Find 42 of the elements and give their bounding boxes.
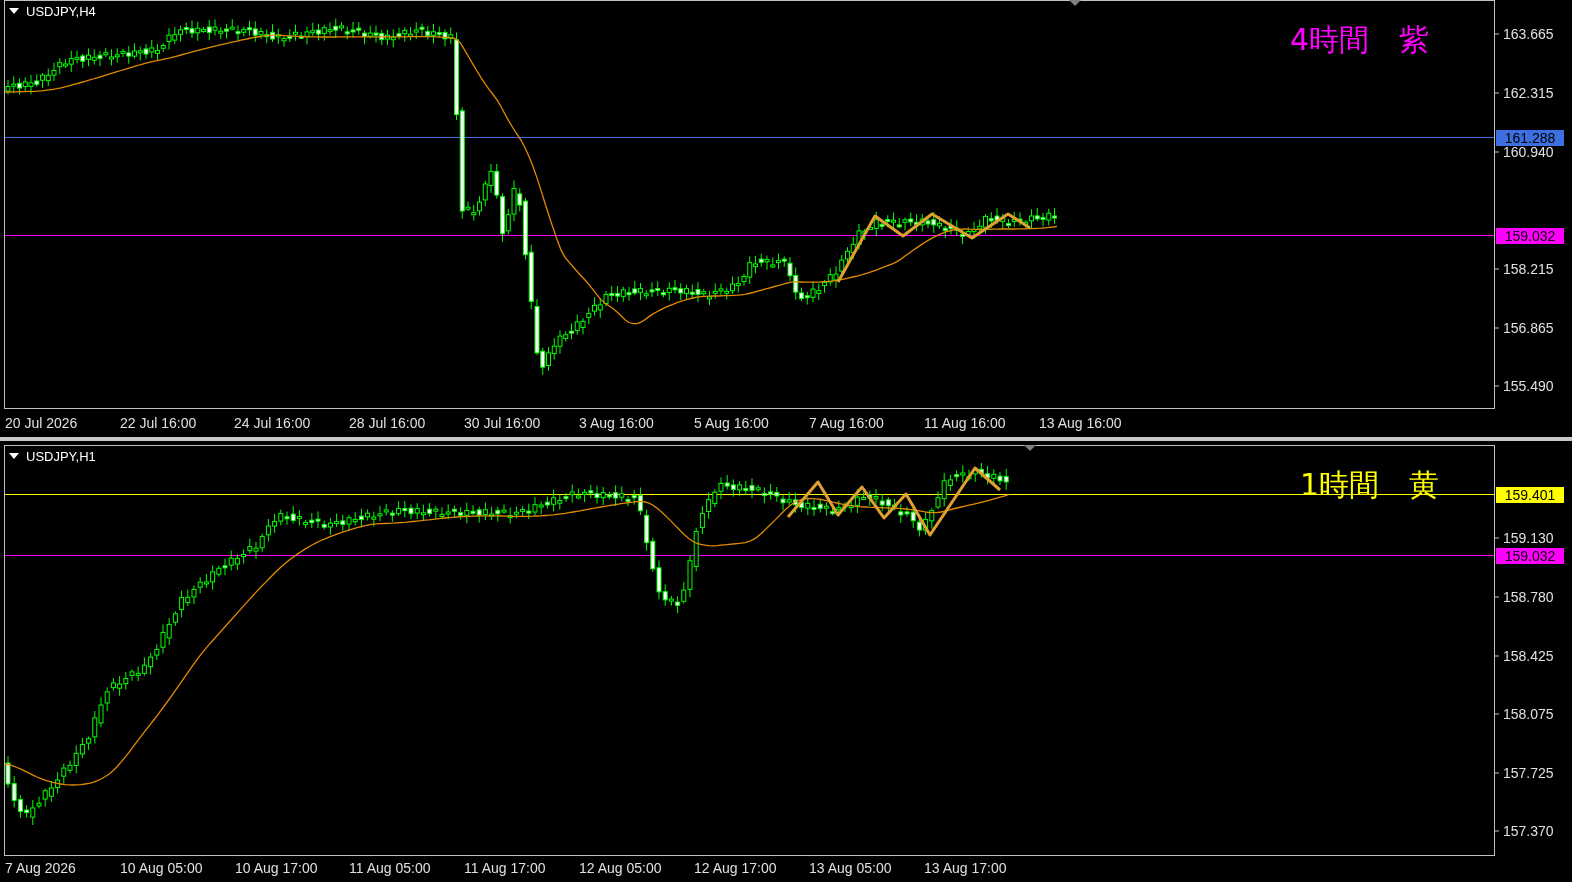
time-label: 20 Jul 2026 <box>5 415 78 431</box>
chart-title: USDJPY,H4 <box>26 4 96 20</box>
time-label: 10 Aug 05:00 <box>120 860 203 876</box>
price-label: 156.865 <box>1503 320 1554 336</box>
chart-title: USDJPY,H1 <box>26 449 96 465</box>
time-label: 13 Aug 17:00 <box>924 860 1007 876</box>
time-label: 10 Aug 17:00 <box>235 860 318 876</box>
chart-note: 4時間 紫 <box>1290 22 1430 58</box>
time-label: 3 Aug 16:00 <box>579 415 654 431</box>
time-label: 13 Aug 05:00 <box>809 860 892 876</box>
time-label: 11 Aug 16:00 <box>924 415 1006 431</box>
time-label: 24 Jul 16:00 <box>234 415 311 431</box>
price-label: 163.665 <box>1503 26 1554 42</box>
price-label: 160.940 <box>1503 144 1554 160</box>
triangle-icon[interactable] <box>9 8 19 14</box>
time-label: 22 Jul 16:00 <box>120 415 197 431</box>
time-label: 12 Aug 05:00 <box>579 860 662 876</box>
time-label: 11 Aug 17:00 <box>464 860 546 876</box>
price-label: 158.425 <box>1503 648 1554 664</box>
price-tag: 159.401 <box>1496 487 1564 503</box>
time-label: 28 Jul 16:00 <box>349 415 426 431</box>
price-label: 162.315 <box>1503 85 1554 101</box>
price-tag: 161.288 <box>1496 130 1564 146</box>
price-label: 157.725 <box>1503 765 1554 781</box>
time-label: 11 Aug 05:00 <box>349 860 431 876</box>
price-label: 158.075 <box>1503 706 1554 722</box>
price-tag: 159.032 <box>1496 228 1564 244</box>
price-label: 157.370 <box>1503 823 1554 839</box>
price-tag: 159.032 <box>1496 548 1564 564</box>
time-label: 30 Jul 16:00 <box>464 415 541 431</box>
price-label: 158.215 <box>1503 261 1554 277</box>
time-label: 7 Aug 16:00 <box>809 415 884 431</box>
triangle-icon[interactable] <box>9 453 19 459</box>
triangle-icon[interactable] <box>1024 445 1036 451</box>
time-label: 5 Aug 16:00 <box>694 415 769 431</box>
price-label: 159.130 <box>1503 530 1554 546</box>
price-label: 155.490 <box>1503 378 1554 394</box>
triangle-icon[interactable] <box>1069 0 1081 6</box>
time-label: 12 Aug 17:00 <box>694 860 777 876</box>
price-label: 158.780 <box>1503 589 1554 605</box>
time-label: 13 Aug 16:00 <box>1039 415 1122 431</box>
time-label: 7 Aug 2026 <box>5 860 76 876</box>
